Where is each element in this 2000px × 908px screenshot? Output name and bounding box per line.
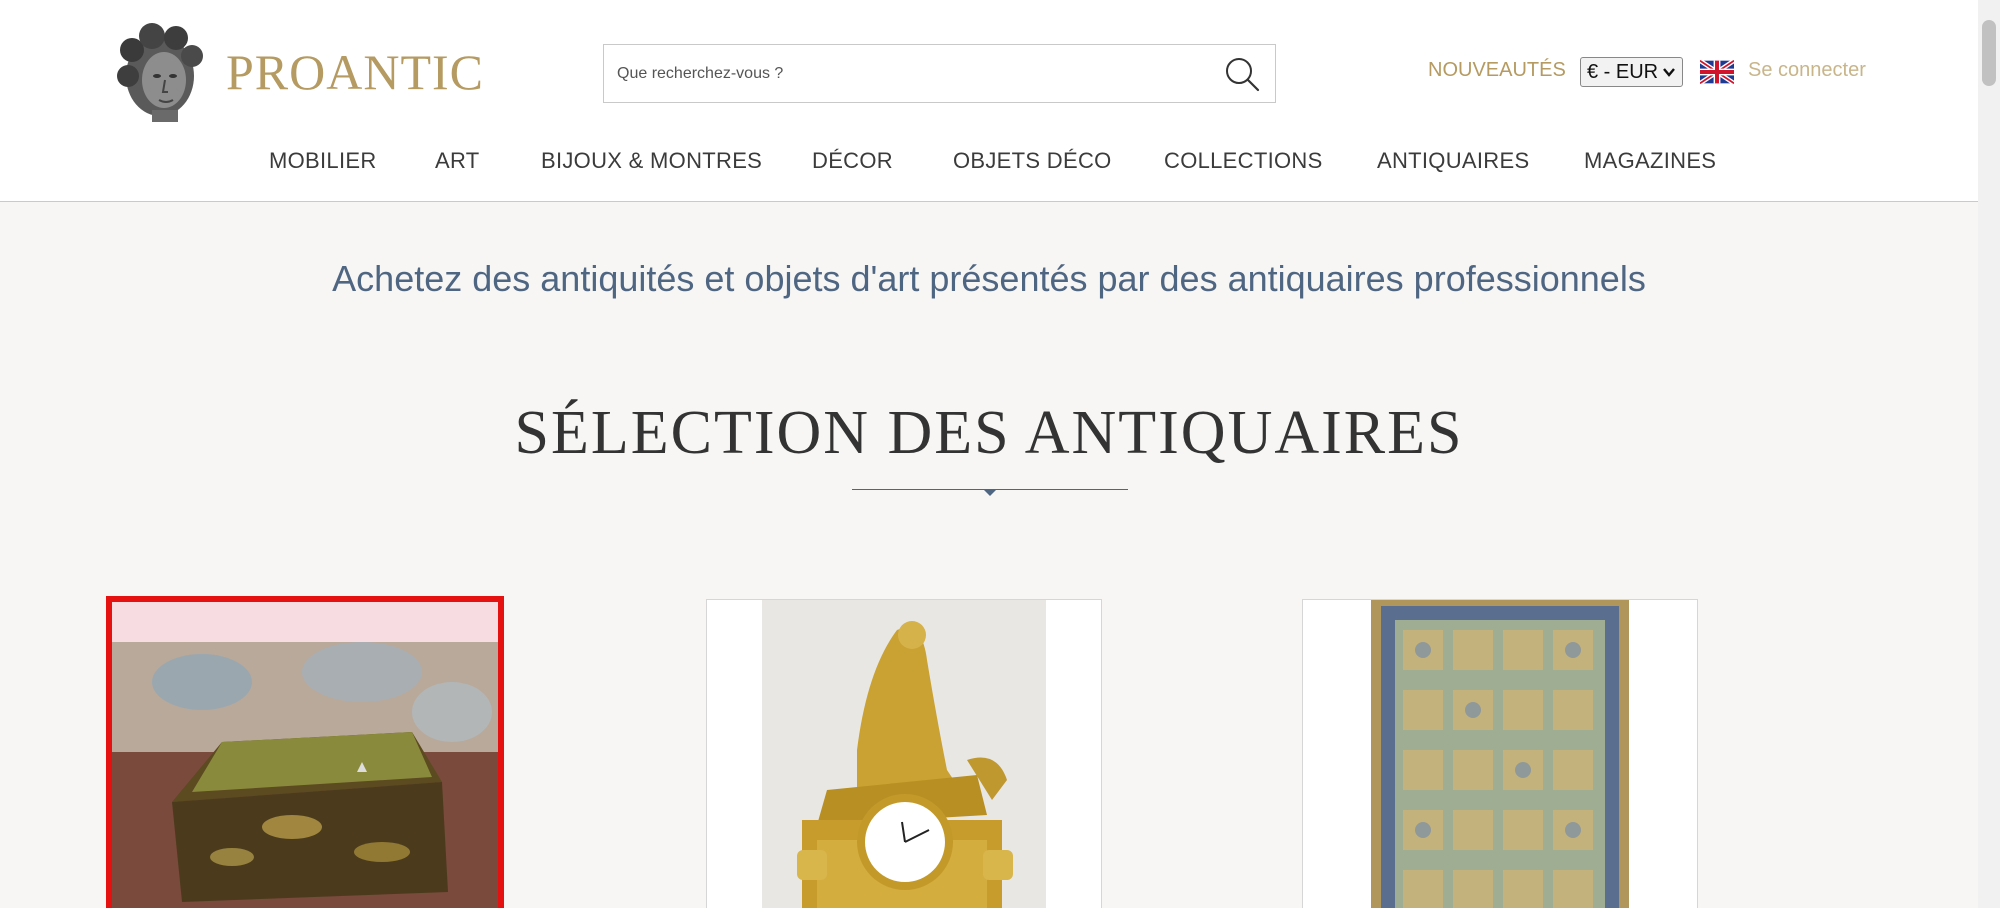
currency-select[interactable]: € - EUR	[1580, 57, 1683, 87]
sculpted-head-logo-icon	[117, 23, 203, 122]
new-arrivals-link[interactable]: NOUVEAUTÉS	[1428, 59, 1566, 82]
login-link[interactable]: Se connecter	[1748, 59, 1866, 82]
currency-value: € - EUR	[1587, 60, 1659, 83]
nav-item-art[interactable]: ART	[435, 148, 480, 174]
search-icon[interactable]	[1223, 55, 1261, 93]
nav-item-decor[interactable]: DÉCOR	[812, 148, 893, 174]
nav-item-bijoux-montres[interactable]: BIJOUX & MONTRES	[541, 148, 762, 174]
product-image-carpet	[1303, 600, 1697, 908]
brand-name: PROANTIC	[226, 44, 485, 100]
search-bar	[603, 44, 1276, 103]
nav-item-magazines[interactable]: MAGAZINES	[1584, 148, 1716, 174]
site-header: PROANTIC NOUVEAUTÉS € - EUR Se connecter…	[0, 0, 1978, 202]
nav-item-objets-deco[interactable]: OBJETS DÉCO	[953, 148, 1112, 174]
nav-item-antiquaires[interactable]: ANTIQUAIRES	[1377, 148, 1529, 174]
brand-logo[interactable]: PROANTIC	[112, 20, 484, 124]
scrollbar-thumb[interactable]	[1982, 20, 1996, 86]
product-card-gilt-clock[interactable]	[706, 599, 1102, 908]
main-nav: MOBILIER ART BIJOUX & MONTRES DÉCOR OBJE…	[0, 148, 1978, 178]
product-image-gilt-clock	[707, 600, 1101, 908]
nav-item-mobilier[interactable]: MOBILIER	[269, 148, 377, 174]
site-tagline: Achetez des antiquités et objets d'art p…	[332, 258, 1646, 299]
nav-item-collections[interactable]: COLLECTIONS	[1164, 148, 1323, 174]
search-input[interactable]	[604, 45, 1204, 102]
section-title: SÉLECTION DES ANTIQUAIRES	[514, 399, 1464, 467]
page-scrollbar[interactable]	[1978, 0, 2000, 908]
uk-flag-icon[interactable]	[1700, 60, 1734, 84]
chevron-down-icon	[1663, 68, 1675, 77]
product-card-carpet[interactable]	[1302, 599, 1698, 908]
divider-diamond-icon	[983, 489, 997, 496]
product-card-lacquered-box[interactable]	[106, 596, 504, 908]
product-image-lacquered-box	[112, 602, 498, 908]
